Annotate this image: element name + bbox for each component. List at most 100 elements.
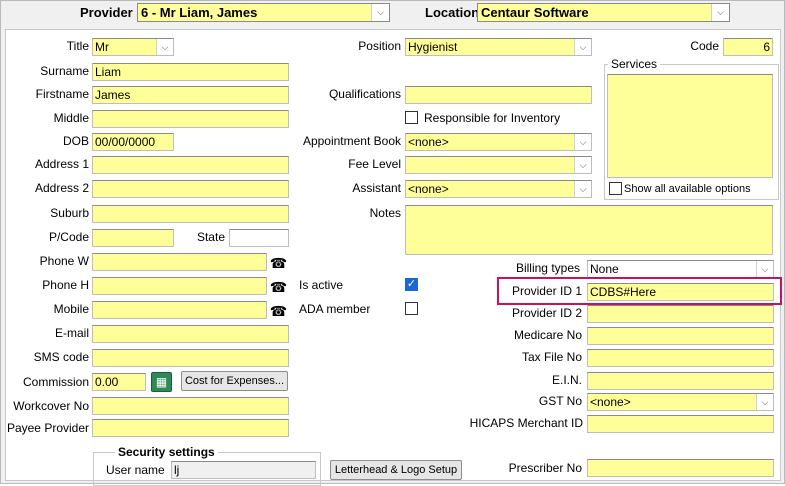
commission-field[interactable]: 0.00	[92, 373, 146, 391]
surname-field[interactable]: Liam	[92, 63, 289, 81]
provider-id-1-field[interactable]: CDBS#Here	[587, 283, 774, 301]
notes-label: Notes	[369, 206, 401, 220]
fee-level-label: Fee Level	[348, 157, 401, 171]
phone-icon[interactable]: ☎	[269, 302, 288, 320]
username-label: User name	[106, 463, 165, 477]
appointment-book-label: Appointment Book	[302, 134, 401, 148]
workcover-label: Workcover No	[13, 399, 89, 413]
services-label: Services	[608, 56, 661, 73]
phone-icon[interactable]: ☎	[269, 278, 288, 296]
tax-file-label: Tax File No	[521, 350, 582, 364]
notes-field[interactable]	[405, 205, 773, 255]
phone-w-field[interactable]	[92, 253, 267, 271]
cost-for-expenses-button[interactable]: Cost for Expenses...	[181, 371, 288, 391]
code-field[interactable]: 6	[723, 38, 773, 56]
phone-icon[interactable]: ☎	[269, 254, 288, 272]
suburb-field[interactable]	[92, 205, 289, 223]
location-select[interactable]: Centaur Software ⌵	[477, 3, 730, 22]
gst-select[interactable]: <none> ⌵	[587, 393, 774, 411]
prescriber-field[interactable]	[587, 459, 774, 477]
provider-id-1-label: Provider ID 1	[511, 284, 582, 298]
position-label: Position	[358, 39, 401, 53]
ada-member-label: ADA member	[299, 302, 371, 316]
state-field[interactable]	[229, 229, 289, 247]
sms-field[interactable]	[92, 349, 289, 367]
chevron-down-icon[interactable]: ⌵	[156, 39, 173, 55]
workcover-field[interactable]	[92, 397, 289, 415]
title-select[interactable]: Mr ⌵	[92, 38, 174, 56]
state-label: State	[196, 230, 225, 244]
payee-field[interactable]	[92, 419, 289, 437]
chevron-down-icon[interactable]: ⌵	[756, 261, 773, 277]
hicaps-label: HICAPS Merchant ID	[469, 416, 583, 430]
gst-value: <none>	[590, 395, 631, 409]
username-field[interactable]: lj	[171, 461, 316, 479]
calculator-icon[interactable]: ▦	[151, 372, 172, 392]
fee-level-select[interactable]: ⌵	[405, 156, 592, 174]
phone-w-label: Phone W	[39, 254, 89, 268]
billing-types-label: Billing types	[515, 261, 580, 275]
payee-label: Payee Provider	[6, 421, 89, 435]
firstname-label: Firstname	[35, 87, 89, 101]
suburb-label: Suburb	[50, 206, 89, 220]
billing-types-value: None	[590, 262, 619, 276]
email-field[interactable]	[92, 325, 289, 343]
commission-label: Commission	[22, 375, 89, 389]
ein-label: E.I.N.	[551, 373, 582, 387]
address1-label: Address 1	[34, 157, 89, 171]
tax-file-field[interactable]	[587, 349, 774, 367]
location-select-value: Centaur Software	[481, 5, 589, 20]
appointment-book-select[interactable]: <none> ⌵	[405, 133, 592, 151]
chevron-down-icon[interactable]: ⌵	[574, 157, 591, 173]
is-active-label: Is active	[299, 278, 344, 292]
mobile-label: Mobile	[53, 302, 89, 316]
hicaps-field[interactable]	[587, 415, 774, 433]
letterhead-logo-setup-button[interactable]: Letterhead & Logo Setup	[330, 460, 462, 480]
dob-field[interactable]: 00/00/0000	[92, 133, 174, 151]
medicare-field[interactable]	[587, 327, 774, 345]
provider-id-2-field[interactable]	[587, 305, 774, 323]
qualifications-label: Qualifications	[328, 87, 401, 101]
assistant-select[interactable]: <none> ⌵	[405, 180, 592, 198]
medicare-label: Medicare No	[513, 328, 582, 342]
chevron-down-icon[interactable]: ⌵	[574, 134, 591, 150]
address2-field[interactable]	[92, 180, 289, 198]
provider-window: Provider 6 - Mr Liam, James ⌵ Location C…	[0, 0, 785, 486]
provider-label: Provider	[80, 5, 133, 20]
show-all-options-checkbox[interactable]	[609, 182, 622, 195]
ein-field[interactable]	[587, 372, 774, 390]
services-list[interactable]	[607, 74, 773, 178]
phone-h-field[interactable]	[92, 277, 267, 295]
assistant-label: Assistant	[352, 181, 401, 195]
qualifications-field[interactable]	[405, 86, 592, 104]
surname-label: Surname	[40, 64, 89, 78]
location-label: Location	[425, 5, 480, 20]
middle-label: Middle	[53, 111, 89, 125]
is-active-checkbox[interactable]: ✓	[405, 278, 418, 291]
position-select[interactable]: Hygienist ⌵	[405, 38, 592, 56]
code-label: Code	[690, 39, 719, 53]
provider-select[interactable]: 6 - Mr Liam, James ⌵	[137, 3, 390, 22]
responsible-inventory-label: Responsible for Inventory	[424, 111, 561, 125]
security-settings-title: Security settings	[115, 444, 218, 461]
responsible-inventory-checkbox[interactable]	[405, 111, 418, 124]
firstname-field[interactable]: James	[92, 86, 289, 104]
ada-member-checkbox[interactable]	[405, 302, 418, 315]
billing-types-select[interactable]: None ⌵	[587, 260, 774, 278]
provider-select-value: 6 - Mr Liam, James	[141, 5, 258, 20]
address1-field[interactable]	[92, 156, 289, 174]
chevron-down-icon[interactable]: ⌵	[756, 394, 773, 410]
gst-label: GST No	[538, 394, 582, 408]
chevron-down-icon[interactable]: ⌵	[574, 39, 591, 55]
address2-label: Address 2	[34, 181, 89, 195]
chevron-down-icon[interactable]: ⌵	[574, 181, 591, 197]
chevron-down-icon[interactable]: ⌵	[371, 4, 389, 21]
prescriber-label: Prescriber No	[508, 461, 582, 475]
provider-id-2-label: Provider ID 2	[511, 306, 582, 320]
mobile-field[interactable]	[92, 301, 267, 319]
chevron-down-icon[interactable]: ⌵	[711, 4, 729, 21]
dob-label: DOB	[62, 134, 89, 148]
pcode-field[interactable]	[92, 229, 174, 247]
middle-field[interactable]	[92, 110, 289, 128]
pcode-label: P/Code	[48, 230, 89, 244]
